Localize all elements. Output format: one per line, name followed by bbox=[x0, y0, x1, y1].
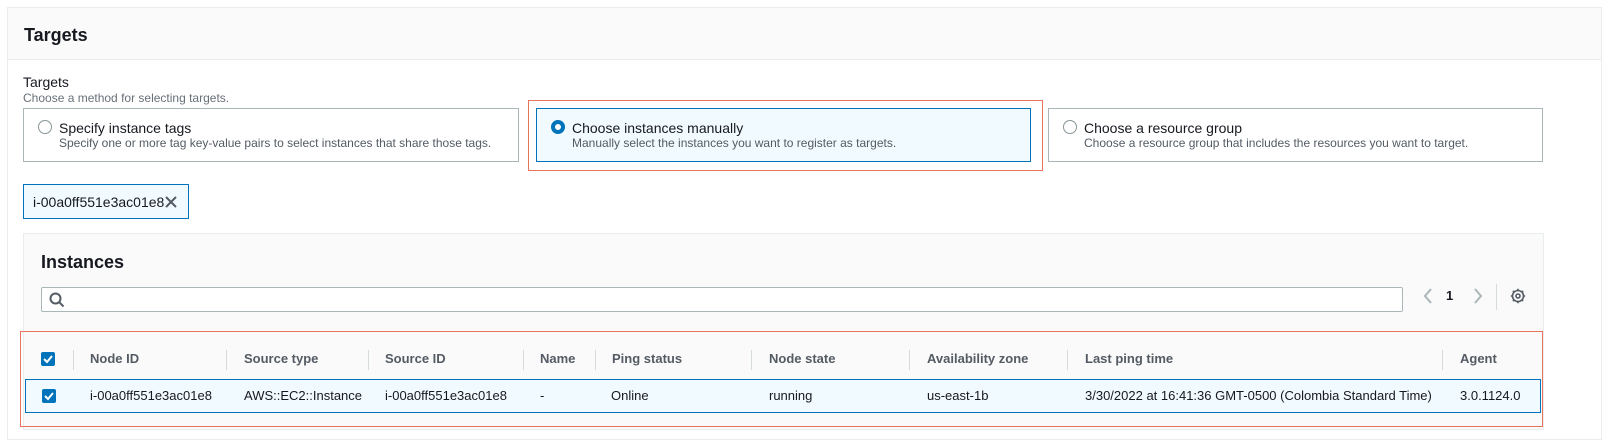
column-header-name[interactable]: Name bbox=[540, 340, 575, 378]
cell-node-id: i-00a0ff551e3ac01e8 bbox=[90, 388, 212, 403]
gear-icon[interactable] bbox=[1510, 288, 1526, 304]
targets-field-label: Targets bbox=[23, 74, 69, 90]
panel-title: Targets bbox=[24, 25, 88, 45]
tile-title: Choose instances manually bbox=[572, 120, 744, 136]
column-header-last-ping-time[interactable]: Last ping time bbox=[1085, 340, 1173, 378]
column-header-node-id[interactable]: Node ID bbox=[90, 340, 139, 378]
tile-title: Specify instance tags bbox=[59, 120, 192, 136]
cell-ping-status: Online bbox=[611, 388, 649, 403]
token-label: i-00a0ff551e3ac01e8 bbox=[33, 194, 165, 210]
instances-table-container: Instances 1 Node ID Source type Source I… bbox=[23, 233, 1544, 430]
cell-node-state: running bbox=[769, 388, 813, 403]
current-page-number[interactable]: 1 bbox=[1446, 288, 1453, 303]
column-divider bbox=[751, 350, 752, 370]
radio-choose-resource-group[interactable] bbox=[1063, 120, 1077, 134]
panel-header: Targets bbox=[8, 8, 1601, 60]
cell-source-type: AWS::EC2::Instance bbox=[244, 388, 363, 403]
cell-agent-version: 3.0.1124.0 bbox=[1460, 388, 1521, 403]
search-icon bbox=[49, 292, 65, 308]
column-divider bbox=[595, 350, 596, 370]
column-divider bbox=[1067, 350, 1068, 370]
tile-choose-resource-group[interactable]: Choose a resource group Choose a resourc… bbox=[1048, 108, 1543, 162]
column-divider bbox=[909, 350, 910, 370]
radio-specify-instance-tags[interactable] bbox=[38, 120, 52, 134]
column-header-node-state[interactable]: Node state bbox=[769, 340, 835, 378]
tile-description: Choose a resource group that includes th… bbox=[1084, 136, 1469, 150]
table-row[interactable]: i-00a0ff551e3ac01e8 AWS::EC2::Instance i… bbox=[25, 379, 1541, 413]
column-divider bbox=[1442, 350, 1443, 370]
cell-last-ping-time: 3/30/2022 at 16:41:36 GMT-0500 (Colombia… bbox=[1085, 388, 1432, 403]
table-header: Node ID Source type Source ID Name Ping … bbox=[24, 340, 1543, 404]
column-header-agent-version[interactable]: Agent version bbox=[1460, 340, 1543, 404]
cell-availability-zone: us-east-1b bbox=[927, 388, 989, 403]
column-divider bbox=[73, 350, 74, 370]
selected-instance-token: i-00a0ff551e3ac01e8 bbox=[23, 184, 189, 219]
pagination-divider bbox=[1496, 284, 1497, 310]
tile-description: Manually select the instances you want t… bbox=[572, 136, 897, 150]
radio-choose-instances-manually[interactable] bbox=[551, 120, 565, 134]
column-divider bbox=[523, 350, 524, 370]
row-checkbox[interactable] bbox=[42, 389, 56, 403]
tile-title: Choose a resource group bbox=[1084, 120, 1242, 136]
cell-source-id: i-00a0ff551e3ac01e8 bbox=[385, 388, 507, 403]
targets-field-description: Choose a method for selecting targets. bbox=[23, 91, 230, 105]
instances-title: Instances bbox=[41, 252, 125, 272]
chevron-left-icon[interactable] bbox=[1421, 287, 1435, 305]
tile-description: Specify one or more tag key-value pairs … bbox=[59, 136, 492, 150]
search-input[interactable] bbox=[41, 287, 1403, 312]
tile-specify-instance-tags[interactable]: Specify instance tags Specify one or mor… bbox=[23, 108, 519, 162]
column-header-ping-status[interactable]: Ping status bbox=[612, 340, 682, 378]
close-icon[interactable] bbox=[163, 194, 179, 210]
column-header-availability-zone[interactable]: Availability zone bbox=[927, 340, 1028, 378]
tile-choose-instances-manually[interactable]: Choose instances manually Manually selec… bbox=[536, 108, 1031, 162]
cell-name: - bbox=[540, 388, 545, 403]
column-divider bbox=[226, 350, 227, 370]
column-divider bbox=[368, 350, 369, 370]
select-all-checkbox[interactable] bbox=[41, 352, 55, 366]
column-header-source-id[interactable]: Source ID bbox=[385, 340, 446, 378]
column-header-source-type[interactable]: Source type bbox=[244, 340, 318, 378]
chevron-right-icon[interactable] bbox=[1471, 287, 1485, 305]
